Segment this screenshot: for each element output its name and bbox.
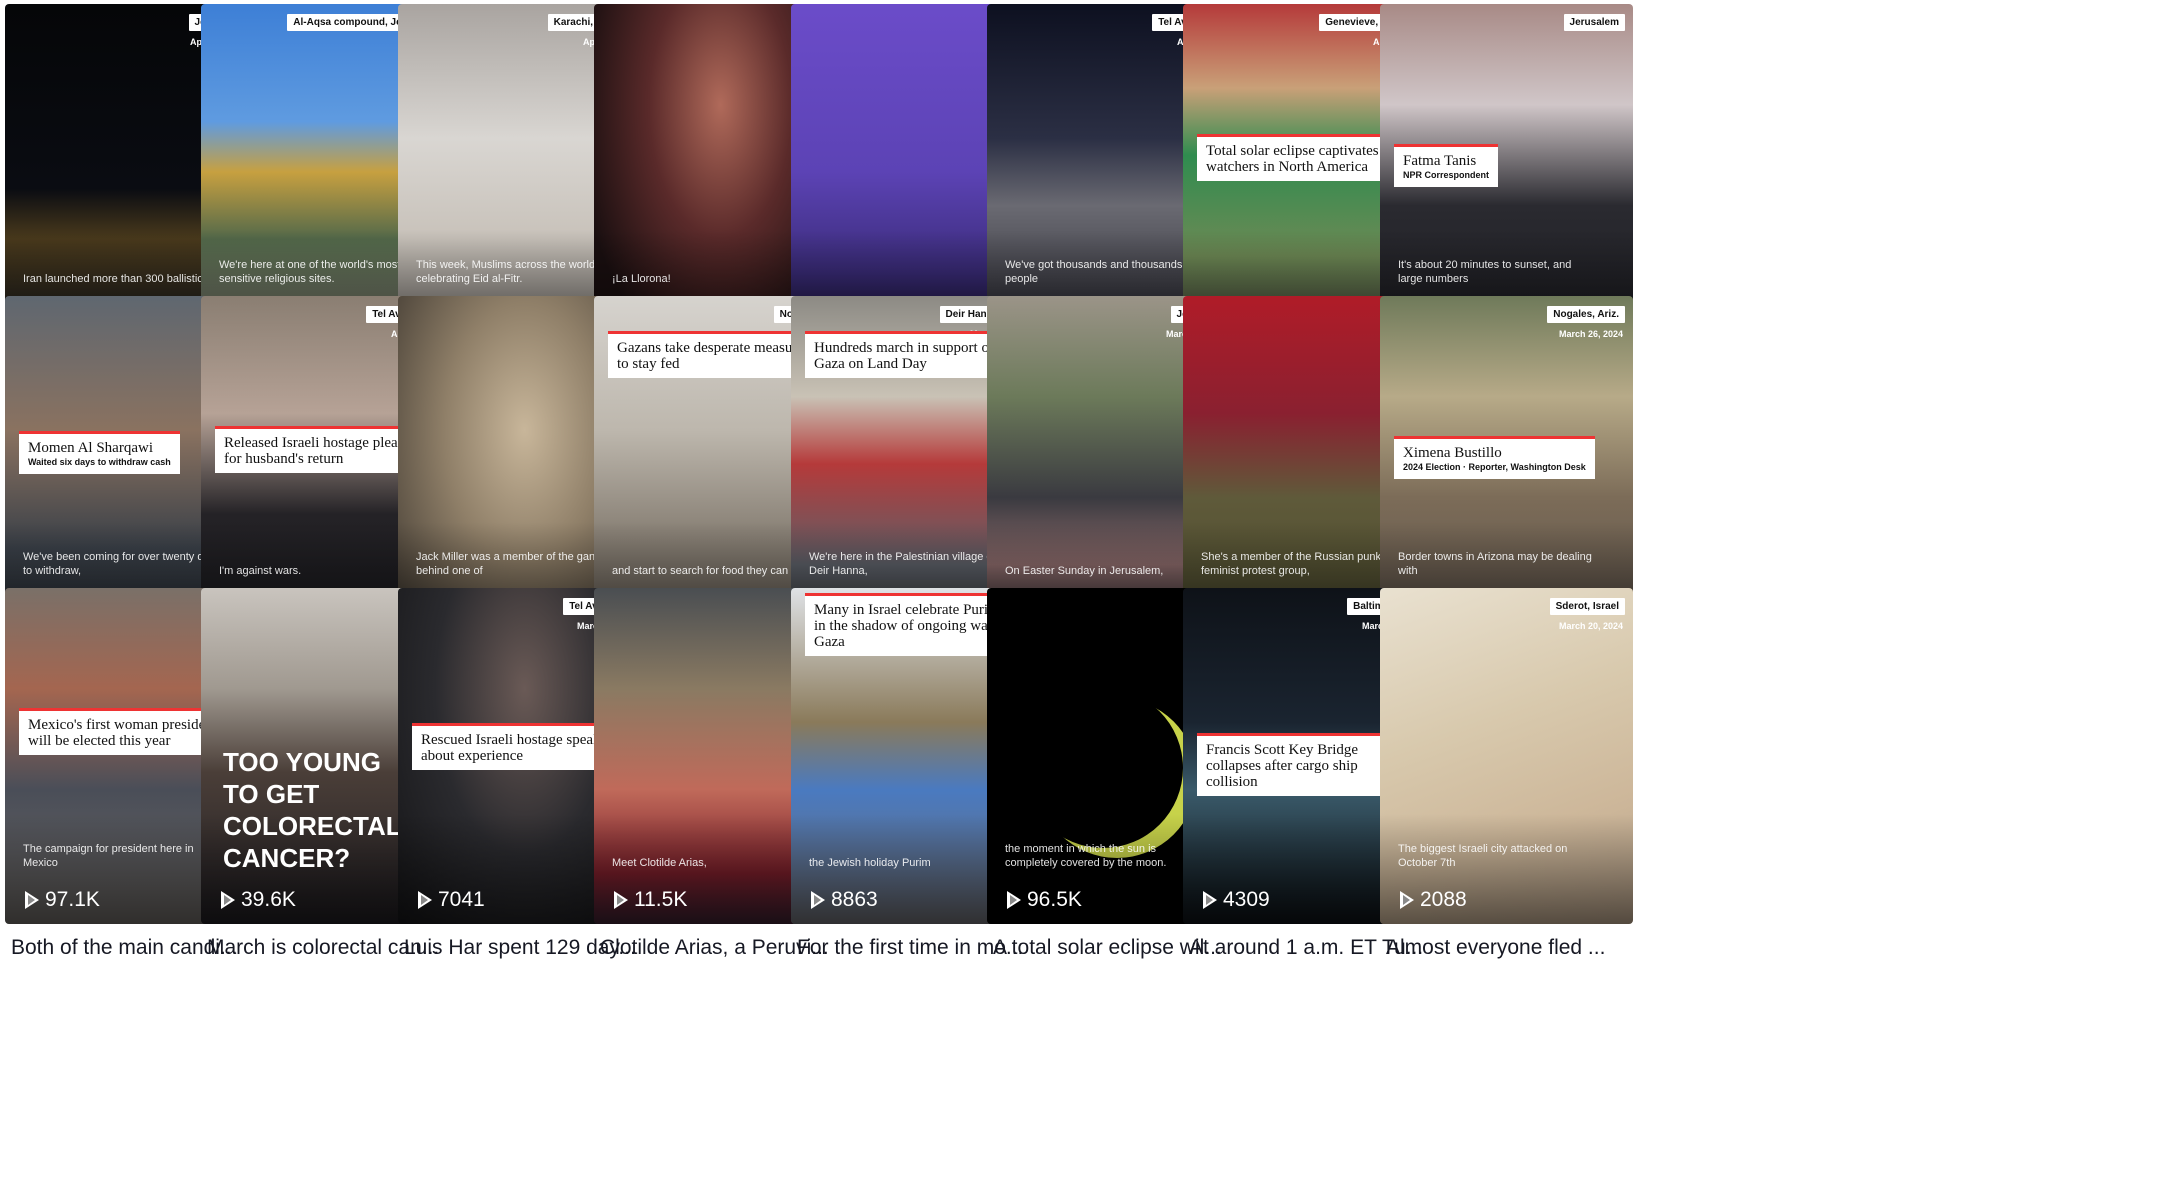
play-icon [811, 891, 825, 909]
thumbnail-caption: We've got thousands and thousands of peo… [1005, 259, 1195, 285]
view-count-text: 2088 [1420, 888, 1467, 911]
view-count: 11.5K [614, 888, 687, 912]
view-count-text: 8863 [831, 888, 878, 911]
thumbnail-caption: the Jewish holiday Purim [809, 857, 931, 869]
view-count-text: 97.1K [45, 888, 100, 911]
location-tag: Sderot, Israel [1549, 598, 1625, 615]
video-grid: JerusalemApril 14, 2024Iran launched mor… [0, 0, 2182, 1192]
thumbnail-caption: ¡La Llorona! [612, 273, 671, 285]
lower-third: Ximena Bustillo 2024 Election · Reporter,… [1394, 436, 1595, 479]
video-card[interactable]: Sderot, Israel March 20, 2024 The biggest … [1380, 588, 1633, 969]
lower-third-text: Mexico's first woman president will be e… [28, 717, 217, 749]
lower-third-subtitle: 2024 Election · Reporter, Washington Des… [1403, 462, 1586, 472]
lower-third: Fatma Tanis NPR Correspondent [1394, 144, 1499, 187]
view-count: 39.6K [221, 888, 296, 912]
thumbnail-caption: and start to search for food they can ea… [612, 565, 807, 577]
date-tag: March 20, 2024 [1558, 621, 1623, 631]
thumbnail-caption: Jack Miller was a member of the gang beh… [416, 551, 602, 577]
lower-third-text: Released Israeli hostage pleas for husba… [224, 435, 404, 467]
thumbnail-caption: I'm against wars. [219, 565, 302, 577]
lower-third-text: Fatma Tanis [1403, 153, 1477, 169]
view-count: 97.1K [25, 888, 100, 912]
lower-third-text: Rescued Israeli hostage speaks about exp… [421, 732, 607, 764]
view-count-text: 39.6K [241, 888, 296, 911]
thumbnail-caption: On Easter Sunday in Jerusalem, [1005, 565, 1164, 577]
video-title[interactable]: Almost everyone fled ... [1386, 936, 1636, 960]
lower-third-text: Momen Al Sharqawi [28, 440, 153, 456]
lower-third-subtitle: Waited six days to withdraw cash [28, 457, 171, 467]
thumbnail-caption: The campaign for president here in Mexic… [23, 843, 194, 869]
view-count: 2088 [1400, 888, 1467, 912]
thumbnail-caption: The biggest Israeli city attacked on Oct… [1398, 843, 1568, 869]
video-thumbnail[interactable]: Sderot, Israel March 20, 2024 The biggest … [1380, 588, 1633, 924]
thumbnail-caption: Meet Clotilde Arias, [612, 857, 707, 869]
date-tag: March 26, 2024 [1558, 329, 1623, 339]
view-count-text: 4309 [1223, 888, 1270, 911]
lower-third-text: Gazans take desperate measures to stay f… [617, 340, 810, 372]
view-count: 8863 [811, 888, 878, 912]
lower-third-text: Many in Israel celebrate Purim in the sh… [814, 602, 1009, 650]
lower-third: Momen Al Sharqawi Waited six days to with… [19, 431, 180, 474]
view-count-text: 11.5K [634, 888, 688, 911]
play-icon [221, 891, 235, 909]
lower-third-text: Total solar eclipse captivates watchers … [1206, 143, 1379, 175]
view-count: 96.5K [1007, 888, 1082, 912]
thumbnail-caption: Border towns in Arizona may be dealing w… [1398, 551, 1592, 577]
play-icon [1400, 891, 1414, 909]
play-icon [25, 891, 39, 909]
lower-third-subtitle: NPR Correspondent [1403, 170, 1490, 180]
lower-third-text: Ximena Bustillo [1403, 445, 1502, 461]
thumbnail-caption: We're here in the Palestinian village of… [809, 551, 996, 577]
overlay-headline: TOO YOUNG TO GET COLORECTAL CANCER? [223, 747, 402, 873]
thumbnail-caption: It's about 20 minutes to sunset, and lar… [1398, 259, 1572, 285]
view-count-text: 7041 [438, 888, 485, 911]
thumbnail-caption: Iran launched more than 300 ballistic [23, 273, 203, 285]
thumbnail-caption: the moment in which the sun is completel… [1005, 843, 1167, 869]
view-count: 7041 [418, 888, 485, 912]
view-count-text: 96.5K [1027, 888, 1082, 911]
thumbnail-caption: We're here at one of the world's most se… [219, 259, 401, 285]
location-tag: Nogales, Ariz. [1547, 306, 1625, 323]
video-thumbnail[interactable]: Jerusalem Fatma Tanis NPR Correspondent It'… [1380, 4, 1633, 340]
play-icon [614, 891, 628, 909]
view-count: 4309 [1203, 888, 1270, 912]
lower-third-text: Francis Scott Key Bridge collapses after… [1206, 742, 1359, 790]
location-tag: Jerusalem [1563, 14, 1625, 31]
thumbnail-caption: This week, Muslims across the world are … [416, 259, 615, 285]
video-thumbnail[interactable]: Nogales, Ariz. March 26, 2024 Ximena Busti… [1380, 296, 1633, 632]
play-icon [1007, 891, 1021, 909]
play-icon [418, 891, 432, 909]
play-icon [1203, 891, 1217, 909]
thumbnail-caption: We've been coming for over twenty days t… [23, 551, 221, 577]
lower-third-text: Hundreds march in support of Gaza on Lan… [814, 340, 994, 372]
thumbnail-caption: She's a member of the Russian punk, femi… [1201, 551, 1385, 577]
